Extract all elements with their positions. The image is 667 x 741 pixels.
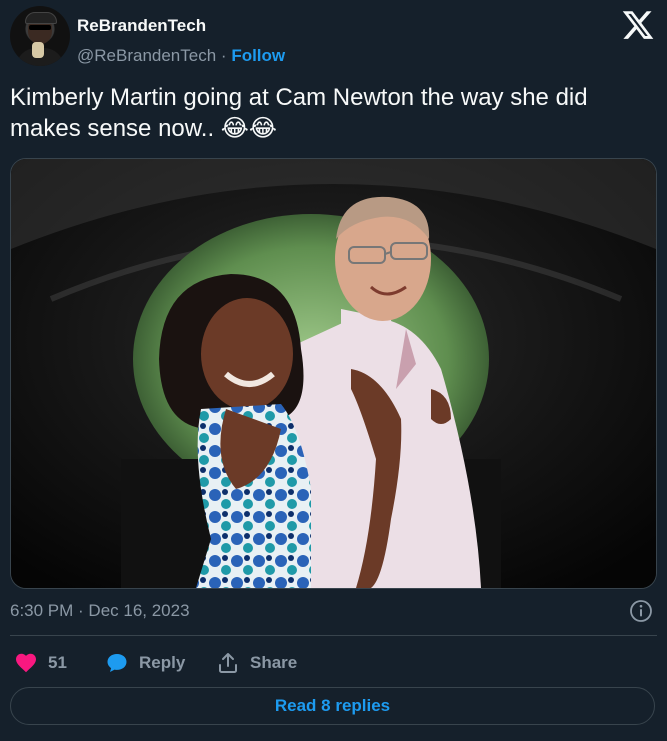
tweet-text: Kimberly Martin going at Cam Newton the … [10,84,588,142]
reply-label: Reply [139,653,186,672]
divider [10,635,657,636]
reply-button[interactable]: Reply [105,648,185,678]
tweet-header: ReBrandenTech @ReBrandenTech · Follow [10,6,657,70]
author-name[interactable]: ReBrandenTech [77,16,206,36]
share-button[interactable]: Share [216,648,297,678]
share-icon [219,653,237,673]
author-handle-row: @ReBrandenTech · Follow [77,46,285,66]
x-logo-icon[interactable] [621,8,655,42]
tweet-actions: 51 Reply Share [10,648,657,678]
tweet-timestamp[interactable]: 6:30 PM · Dec 16, 2023 [10,601,190,621]
author-avatar[interactable] [10,6,70,66]
tweet-photo[interactable] [10,158,657,589]
separator-dot: · [220,46,227,65]
follow-button[interactable]: Follow [231,46,285,65]
reply-bubble-icon [107,654,127,672]
author-handle[interactable]: @ReBrandenTech [77,46,216,65]
info-icon[interactable] [629,599,653,623]
heart-icon [16,653,36,673]
read-replies-button[interactable]: Read 8 replies [10,687,655,725]
photo-image [11,159,656,588]
like-button[interactable]: 51 [14,648,67,678]
like-count: 51 [48,653,67,672]
share-label: Share [250,653,298,672]
